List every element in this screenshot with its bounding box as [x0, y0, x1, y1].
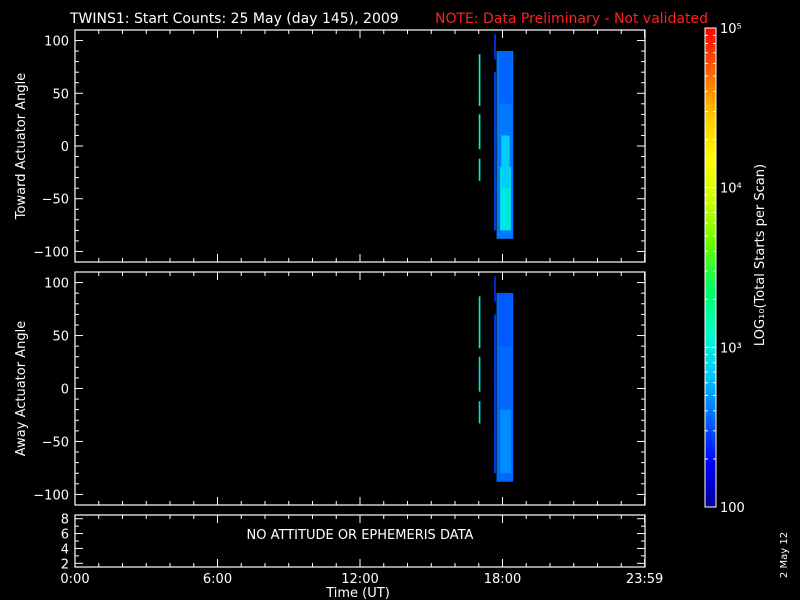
y-tick-label: −100	[33, 245, 69, 260]
y-tick-label: 50	[52, 330, 69, 345]
count-cell	[478, 114, 481, 150]
panel-frame	[74, 271, 646, 506]
x-tick-label: 0:00	[60, 572, 89, 587]
y-tick-label: 6	[61, 528, 69, 543]
preliminary-note: NOTE: Data Preliminary - Not validated	[435, 11, 708, 27]
x-tick-label: 12:00	[341, 572, 378, 587]
figure: TWINS1: Start Counts: 25 May (day 145), …	[14, 11, 790, 600]
x-tick-label: 18:00	[484, 572, 521, 587]
y-tick-label: 100	[44, 35, 69, 50]
y-tick-label: 0	[61, 383, 69, 398]
y-tick-label: 8	[61, 513, 69, 528]
x-tick-label: 23:59	[626, 572, 663, 587]
count-cell	[494, 314, 496, 474]
x-axis-title: Time (UT)	[325, 586, 390, 600]
y-tick-label: −100	[33, 488, 69, 503]
count-cell	[478, 296, 481, 349]
y-tick-label: 2	[61, 557, 69, 572]
colorbar: 100 10³ 10⁴ 10⁵	[704, 22, 745, 516]
count-cell	[494, 72, 496, 231]
count-cell	[478, 401, 481, 424]
chart-title: TWINS1: Start Counts: 25 May (day 145), …	[69, 11, 399, 27]
y-axis-title: Toward Actuator Angle	[14, 73, 29, 220]
colorbar-tick-label: 10⁵	[720, 22, 742, 37]
away-panel: 100 50 0 −50 −100 Away Actuator Angle	[14, 271, 646, 506]
x-tick-label: 6:00	[203, 572, 232, 587]
colorbar-tick-label: 10³	[720, 341, 742, 356]
count-cell	[494, 276, 496, 302]
count-cell	[494, 34, 496, 60]
count-cell	[498, 293, 512, 347]
attitude-panel: 8642 NO ATTITUDE OR EPHEMERIS DATA 0:00 6:0…	[60, 513, 663, 587]
colorbar-label: LOG₁₀(Total Starts per Scan)	[753, 164, 768, 346]
y-tick-label: 100	[44, 277, 69, 292]
date-stamp: 2 May 12	[779, 532, 790, 578]
colorbar-tick-label: 10⁴	[720, 182, 742, 197]
count-cell	[478, 54, 481, 106]
count-cell	[501, 135, 510, 189]
y-tick-label: 50	[52, 87, 69, 102]
colorbar-gradient	[705, 28, 716, 507]
count-cell	[478, 158, 481, 181]
colorbar-tick-label: 100	[720, 501, 745, 516]
count-cell	[500, 409, 511, 474]
toward-panel: 100 50 0 −50 −100 Toward Actuator Angle	[14, 29, 646, 263]
y-tick-label: −50	[42, 193, 69, 208]
y-tick-label: −50	[42, 435, 69, 450]
no-data-message: NO ATTITUDE OR EPHEMERIS DATA	[247, 528, 474, 543]
count-cell	[498, 51, 512, 104]
y-tick-label: 4	[61, 542, 69, 557]
y-tick-label: 0	[61, 140, 69, 155]
count-cell	[478, 356, 481, 392]
y-axis-title: Away Actuator Angle	[14, 321, 29, 456]
panel-frame	[74, 29, 646, 263]
